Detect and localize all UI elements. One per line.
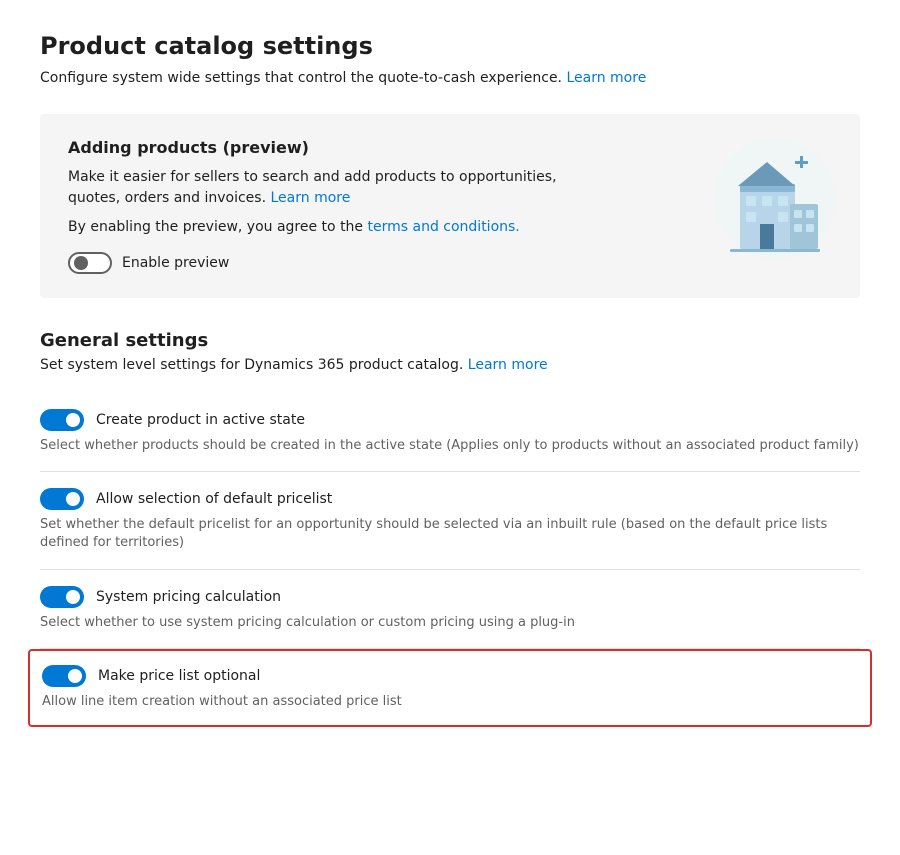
setting-desc-price-list-optional: Allow line item creation without an asso… [42,693,858,711]
general-learn-more-link[interactable]: Learn more [468,357,548,373]
enable-preview-label: Enable preview [122,255,229,271]
building-svg [710,134,840,264]
setting-header-price-list-optional: Make price list optional [42,665,858,687]
setting-label-create-product: Create product in active state [96,412,305,428]
setting-header-create-product: Create product in active state [40,409,860,431]
settings-list: Create product in active state Select whe… [40,393,860,727]
preview-card: Adding products (preview) Make it easier… [40,114,860,298]
intro-text: Configure system wide settings that cont… [40,70,860,86]
page-title: Product catalog settings [40,32,860,60]
building-illustration [710,134,840,264]
setting-desc-create-product: Select whether products should be create… [40,437,860,455]
setting-item-price-list-optional: Make price list optional Allow line item … [28,649,872,727]
setting-header-system-pricing: System pricing calculation [40,586,860,608]
intro-learn-more-link[interactable]: Learn more [566,70,646,86]
setting-label-system-pricing: System pricing calculation [96,589,281,605]
setting-item-system-pricing: System pricing calculation Select whether… [40,570,860,649]
preview-terms-text: By enabling the preview, you agree to th… [68,217,565,238]
toggle-default-pricelist[interactable] [40,488,84,510]
setting-label-default-pricelist: Allow selection of default pricelist [96,491,332,507]
preview-card-description: Make it easier for sellers to search and… [68,167,565,209]
general-settings-subtitle: Set system level settings for Dynamics 3… [40,357,860,373]
setting-item-create-product: Create product in active state Select whe… [40,393,860,472]
setting-desc-default-pricelist: Set whether the default pricelist for an… [40,516,860,552]
enable-preview-toggle[interactable] [68,252,112,274]
terms-conditions-link[interactable]: terms and conditions. [368,219,520,235]
setting-header-default-pricelist: Allow selection of default pricelist [40,488,860,510]
setting-item-default-pricelist: Allow selection of default pricelist Set … [40,472,860,569]
general-settings-title: General settings [40,330,860,351]
toggle-price-list-optional[interactable] [42,665,86,687]
setting-desc-system-pricing: Select whether to use system pricing cal… [40,614,860,632]
setting-label-price-list-optional: Make price list optional [98,668,260,684]
toggle-system-pricing[interactable] [40,586,84,608]
general-settings-section: General settings Set system level settin… [40,330,860,727]
toggle-create-product[interactable] [40,409,84,431]
preview-learn-more-link[interactable]: Learn more [271,190,351,206]
